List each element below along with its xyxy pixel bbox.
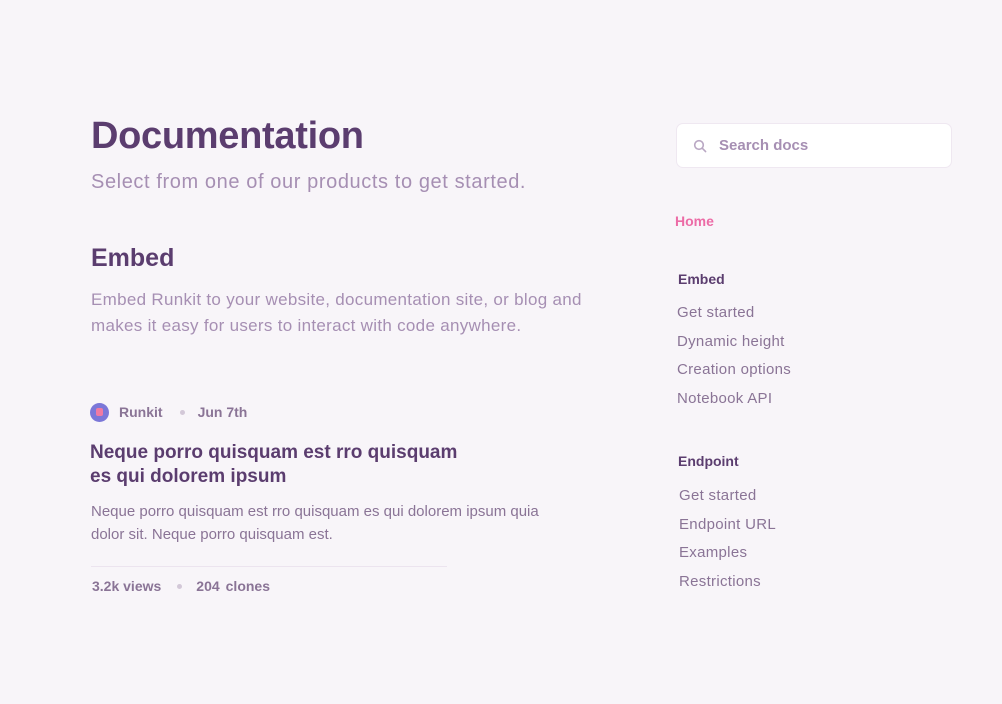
sidebar-item-creation-options[interactable]: Creation options [677, 360, 791, 389]
post-stats: 3.2k views 204 clones [92, 578, 270, 594]
separator-dot [177, 583, 183, 589]
search-box[interactable] [676, 123, 952, 168]
sidebar-item-embed-get-started[interactable]: Get started [677, 303, 791, 332]
post-author[interactable]: Runkit [119, 404, 163, 420]
sidebar-item-endpoint-get-started[interactable]: Get started [679, 486, 776, 515]
nav-group-embed-title: Embed [678, 271, 725, 287]
avatar [90, 402, 109, 422]
post-excerpt: Neque porro quisquam est rro quisquam es… [91, 503, 539, 543]
clones-label: clones [225, 578, 270, 594]
views-count: 3.2k views [92, 578, 162, 594]
sidebar-item-dynamic-height[interactable]: Dynamic height [677, 332, 791, 361]
section-title: Embed [91, 244, 175, 272]
clones-count: 204 [196, 578, 220, 594]
post-date: Jun 7th [197, 404, 248, 420]
sidebar-item-notebook-api[interactable]: Notebook API [677, 389, 791, 418]
divider [91, 566, 447, 567]
nav-group-embed: Get started Dynamic height Creation opti… [677, 303, 791, 417]
page-subtitle: Select from one of our products to get s… [91, 171, 527, 193]
sidebar-item-endpoint-url[interactable]: Endpoint URL [679, 515, 776, 544]
sidebar-item-home[interactable]: Home [675, 213, 714, 229]
separator-dot [179, 409, 185, 415]
sidebar-item-restrictions[interactable]: Restrictions [679, 572, 776, 601]
sidebar-item-examples[interactable]: Examples [679, 543, 776, 572]
search-input[interactable] [719, 124, 939, 167]
post-title[interactable]: Neque porro quisquam est rro quisquam es… [90, 441, 470, 489]
search-icon [693, 139, 707, 153]
post-meta: Runkit Jun 7th [90, 402, 247, 422]
section-description: Embed Runkit to your website, documentat… [91, 290, 582, 335]
page-title: Documentation [91, 115, 364, 157]
nav-group-endpoint: Get started Endpoint URL Examples Restri… [679, 486, 776, 600]
nav-group-endpoint-title: Endpoint [678, 453, 739, 469]
runkit-logo-icon [96, 408, 103, 416]
